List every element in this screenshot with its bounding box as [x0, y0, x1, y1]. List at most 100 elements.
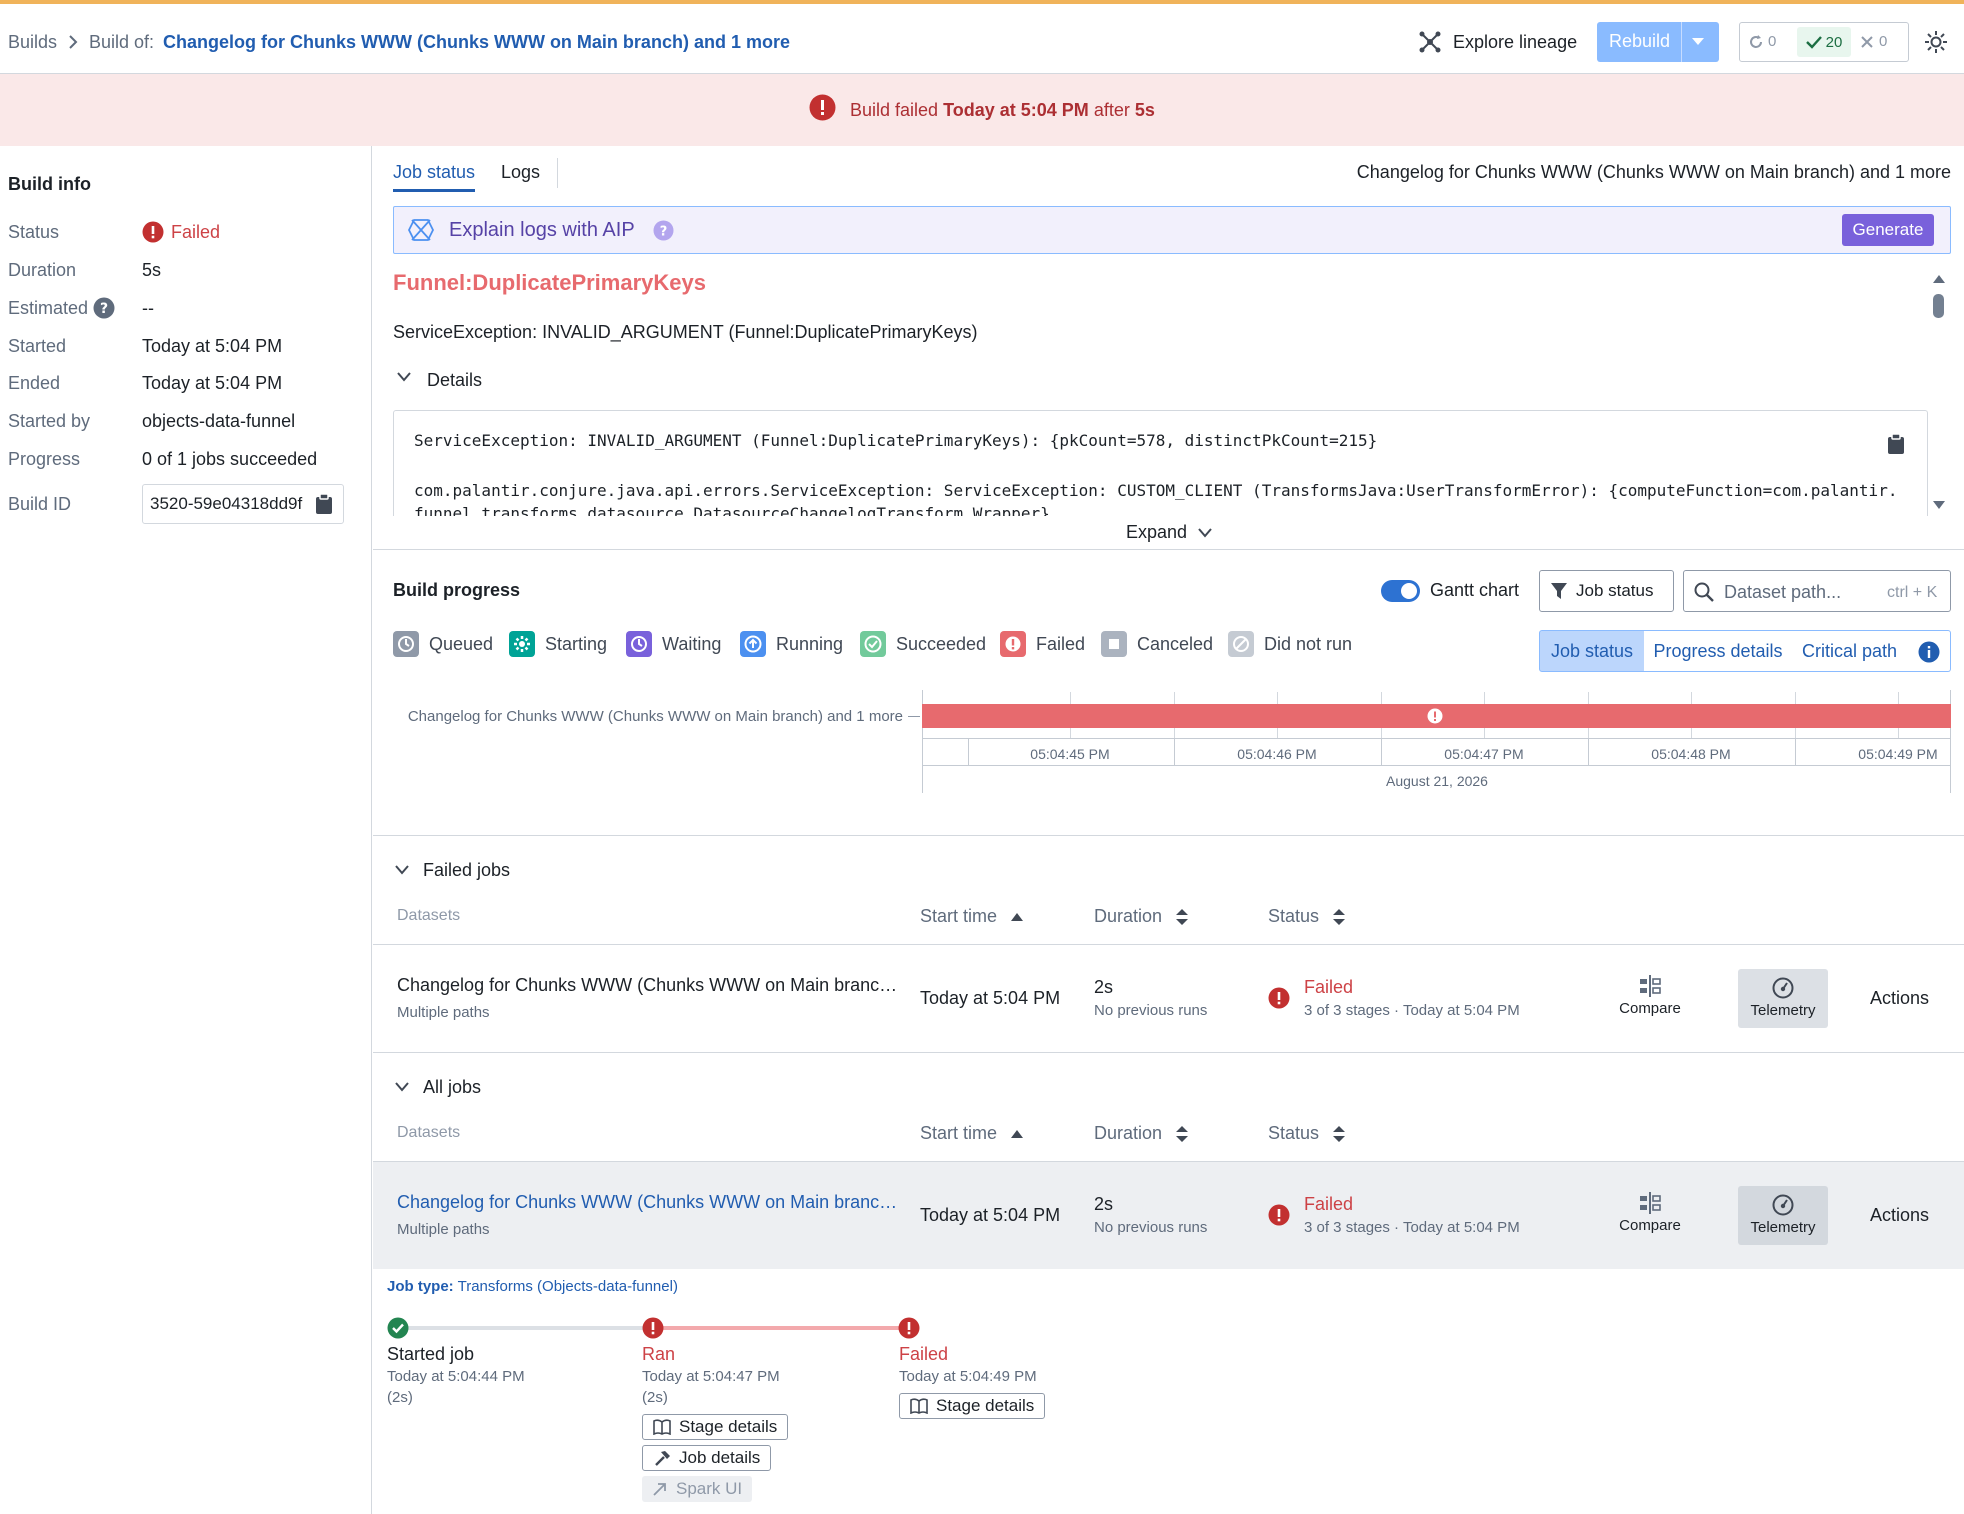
telemetry-button[interactable]: Telemetry — [1738, 969, 1828, 1028]
col-start-time[interactable]: Start time — [920, 906, 1024, 927]
error-title: Funnel:DuplicatePrimaryKeys — [393, 270, 706, 295]
log-copy-icon[interactable] — [1887, 433, 1905, 455]
gantt-chart-label: Gantt chart — [1430, 580, 1520, 600]
gantt-tick-label: 05:04:45 PM — [1030, 746, 1110, 762]
col-duration[interactable]: Duration — [1094, 1123, 1189, 1144]
tab-job-status[interactable]: Job status — [393, 162, 475, 183]
job-details-button[interactable]: Job details — [642, 1445, 772, 1471]
compare-icon — [1640, 1192, 1661, 1214]
log-line-2: com.palantir.conjure.java.api.errors.Ser… — [414, 481, 1898, 500]
actions-menu[interactable]: Actions — [1870, 988, 1929, 1009]
stage-duration: (2s) — [642, 1389, 668, 1406]
table-row-selected[interactable]: Changelog for Chunks WWW (Chunks WWW on … — [373, 1162, 1964, 1269]
progress-label: Progress — [8, 449, 81, 469]
expand-button[interactable]: Expand — [1126, 522, 1187, 543]
stage-time: Today at 5:04:47 PM — [642, 1368, 780, 1385]
actions-menu[interactable]: Actions — [1870, 1205, 1929, 1226]
table-row[interactable]: Changelog for Chunks WWW (Chunks WWW on … — [373, 945, 1964, 1052]
arrow-up-circle-icon — [744, 635, 762, 653]
stage-name: Ran — [642, 1344, 676, 1364]
gantt-chart-toggle[interactable] — [1381, 580, 1420, 602]
stage-error-icon — [898, 1317, 920, 1339]
col-start-time[interactable]: Start time — [920, 1123, 1024, 1144]
spark-ui-button[interactable]: Spark UI — [642, 1476, 753, 1502]
row-duration-sub: No previous runs — [1094, 1002, 1208, 1019]
compare-icon — [1640, 975, 1661, 997]
settings-sun-icon[interactable] — [1925, 31, 1947, 53]
aip-icon — [408, 218, 434, 242]
scroll-down-icon[interactable] — [1932, 500, 1946, 510]
running-count[interactable]: 0 — [1748, 33, 1776, 50]
status-error-icon — [142, 221, 164, 243]
gantt-axis-separator — [1588, 738, 1589, 765]
breadcrumb-build-of-label: Build of: — [89, 32, 155, 52]
refresh-icon — [1750, 34, 1762, 48]
gantt-axis-separator — [968, 738, 969, 765]
log-line-3: funnel.transforms.datasource.DatasourceC… — [414, 504, 1050, 516]
clock-icon — [631, 636, 647, 652]
view-critical-path[interactable]: Critical path — [1792, 630, 1951, 672]
banner-text: Build failed Today at 5:04 PM after 5s — [850, 100, 1155, 120]
succeeded-count[interactable]: 20 — [1797, 27, 1851, 57]
aip-explain-bar: Explain logs with AIP ? Generate — [393, 206, 1951, 254]
cross-icon — [1861, 35, 1873, 48]
duration-label: Duration — [8, 260, 77, 280]
error-summary: ServiceException: INVALID_ARGUMENT (Funn… — [393, 322, 978, 342]
row-start-time: Today at 5:04 PM — [920, 1205, 1061, 1225]
stage-details-button[interactable]: Stage details — [642, 1414, 789, 1440]
help-icon[interactable]: ? — [93, 297, 115, 319]
svg-text:?: ? — [100, 301, 108, 317]
col-status[interactable]: Status — [1268, 906, 1346, 927]
stage-time: Today at 5:04:49 PM — [899, 1368, 1037, 1385]
aip-help-icon[interactable]: ? — [653, 220, 674, 241]
rebuild-dropdown-icon[interactable] — [1691, 37, 1705, 47]
compare-button[interactable]: Compare — [1618, 975, 1682, 1017]
compare-button[interactable]: Compare — [1618, 1192, 1682, 1234]
view-progress-details[interactable]: Progress details — [1644, 630, 1793, 672]
col-duration[interactable]: Duration — [1094, 906, 1189, 927]
all-jobs-title[interactable]: All jobs — [423, 1077, 481, 1098]
row-dataset[interactable]: Changelog for Chunks WWW (Chunks WWW on … — [397, 1192, 897, 1213]
failed-jobs-title[interactable]: Failed jobs — [423, 860, 510, 881]
rebuild-button[interactable]: Rebuild — [1609, 31, 1670, 52]
row-dataset[interactable]: Changelog for Chunks WWW (Chunks WWW on … — [397, 975, 897, 996]
details-chevron-icon[interactable] — [397, 372, 411, 382]
dataset-search-input[interactable]: Dataset path... ctrl + K — [1683, 570, 1951, 612]
explore-lineage-button[interactable]: Explore lineage — [1453, 32, 1577, 53]
error-icon — [1005, 636, 1021, 652]
stage-name: Failed — [899, 1344, 949, 1364]
stop-icon — [1109, 639, 1119, 649]
copy-clipboard-icon[interactable] — [313, 493, 333, 515]
breadcrumb-build-of-link[interactable]: Changelog for Chunks WWW (Chunks WWW on … — [163, 32, 790, 53]
generate-button[interactable]: Generate — [1842, 214, 1934, 246]
search-placeholder: Dataset path... — [1724, 582, 1842, 602]
stage-time: Today at 5:04:44 PM — [387, 1368, 525, 1385]
sort-icon — [1333, 908, 1346, 925]
expand-chevron-icon[interactable] — [1198, 528, 1212, 538]
view-job-status[interactable]: Job status — [1539, 630, 1645, 672]
stage-details-button[interactable]: Stage details — [899, 1393, 1046, 1419]
telemetry-button[interactable]: Telemetry — [1738, 1186, 1828, 1245]
build-progress-title: Build progress — [393, 580, 521, 600]
job-status-filter-button[interactable]: Job status — [1539, 570, 1674, 612]
all-jobs-chevron-icon[interactable] — [395, 1082, 409, 1092]
failed-count[interactable]: 0 — [1860, 33, 1887, 50]
row-duration: 2s — [1094, 977, 1114, 997]
gantt-bar-failed[interactable] — [922, 704, 1951, 728]
info-icon[interactable] — [1918, 641, 1940, 663]
tab-logs[interactable]: Logs — [501, 162, 540, 183]
gantt-date: August 21, 2026 — [1386, 773, 1488, 789]
col-status[interactable]: Status — [1268, 1123, 1346, 1144]
gantt-row-label: Changelog for Chunks WWW (Chunks WWW on … — [407, 708, 903, 725]
row-error-icon — [1268, 1204, 1290, 1226]
details-toggle[interactable]: Details — [427, 370, 482, 391]
sort-icon — [1176, 1125, 1189, 1142]
legend-queued: Queued — [393, 630, 493, 658]
scrollbar-thumb[interactable] — [1933, 294, 1944, 318]
breadcrumb-builds[interactable]: Builds — [8, 32, 57, 53]
build-id-field[interactable]: 3520-59e04318dd9f — [142, 484, 344, 524]
col-datasets: Datasets — [397, 907, 461, 924]
failed-jobs-chevron-icon[interactable] — [395, 865, 409, 875]
col-datasets: Datasets — [397, 1124, 461, 1141]
scroll-up-icon[interactable] — [1932, 274, 1946, 284]
